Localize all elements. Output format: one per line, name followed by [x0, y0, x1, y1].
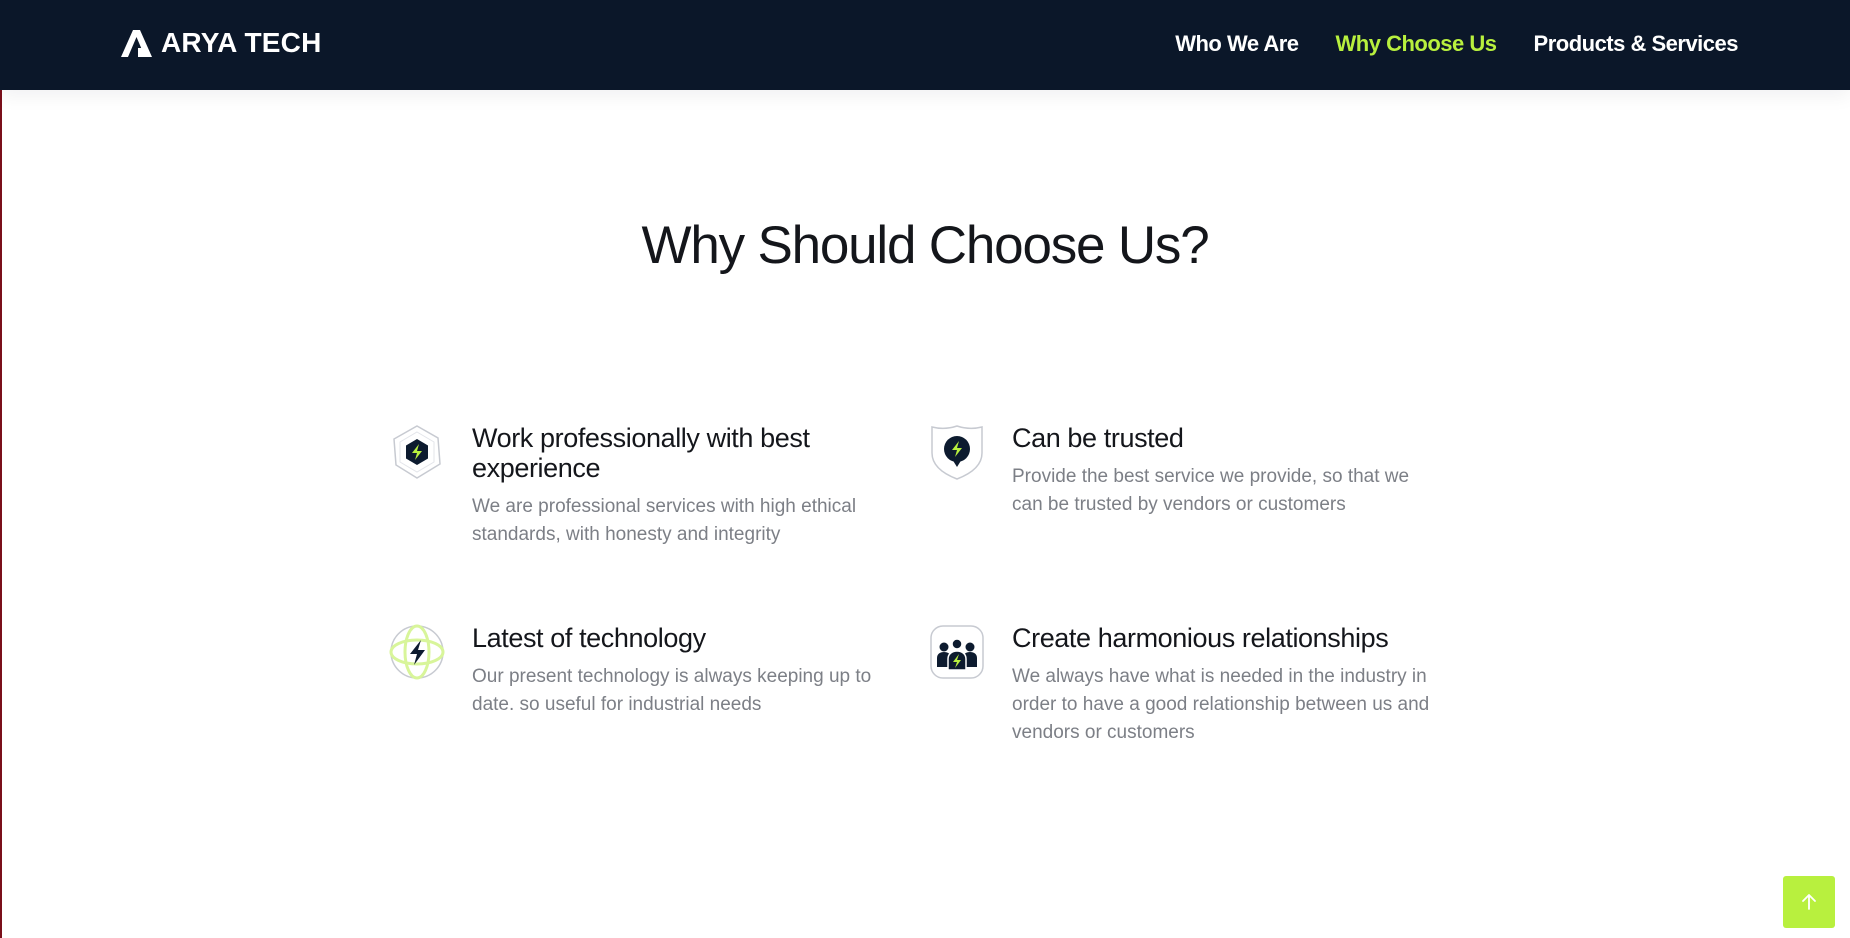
- globe-bolt-icon: [388, 623, 446, 681]
- top-navbar: ARYA TECH Who We Are Why Choose Us Produ…: [0, 0, 1850, 90]
- feature-description: We always have what is needed in the ind…: [1012, 666, 1430, 743]
- feature-description: Our present technology is always keeping…: [472, 666, 872, 715]
- nav-link-who-we-are[interactable]: Who We Are: [1175, 30, 1299, 58]
- nav-link-why-choose-us[interactable]: Why Choose Us: [1336, 30, 1497, 58]
- feature-description: We are professional services with high e…: [472, 496, 857, 545]
- brand-name: ARYA TECH: [161, 27, 322, 58]
- main-nav: Who We Are Why Choose Us Products & Serv…: [1175, 30, 1738, 58]
- brand-logo-icon: [121, 30, 152, 57]
- section-title: Why Should Choose Us?: [641, 216, 1210, 275]
- shield-bolt-icon: [928, 423, 986, 481]
- nav-link-products-services[interactable]: Products & Services: [1534, 30, 1739, 58]
- scroll-to-top-button[interactable]: [1783, 876, 1835, 928]
- feature-title: Can be trusted: [1012, 423, 1184, 453]
- page-left-edge: [0, 0, 2, 938]
- brand-logo[interactable]: ARYA TECH: [119, 27, 322, 59]
- feature-title: Work professionally with best experience: [472, 423, 810, 483]
- feature-description: Provide the best service we provide, so …: [1012, 466, 1410, 515]
- feature-title: Create harmonious relationships: [1012, 623, 1389, 653]
- hexagon-bolt-icon: [388, 423, 446, 481]
- feature-title: Latest of technology: [472, 623, 706, 653]
- arrow-up-icon: [1802, 894, 1816, 910]
- team-bolt-icon: [928, 623, 986, 681]
